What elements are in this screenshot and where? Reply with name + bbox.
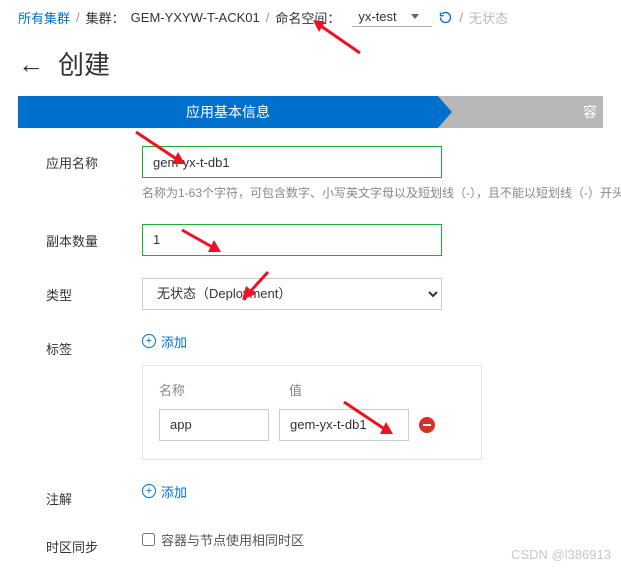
app-name-input[interactable] <box>142 146 442 178</box>
label-replicas: 副本数量 <box>46 224 142 250</box>
remove-tag-icon[interactable] <box>419 417 435 433</box>
add-text: 添加 <box>161 482 187 501</box>
timezone-checkbox[interactable] <box>142 533 155 546</box>
replicas-input[interactable] <box>142 224 442 256</box>
row-type: 类型 无状态（Deployment） <box>46 278 591 310</box>
type-select[interactable]: 无状态（Deployment） <box>142 278 442 310</box>
tag-value-input[interactable] <box>279 409 409 441</box>
step-label: 容 <box>583 102 597 122</box>
breadcrumb-sep: / <box>266 10 270 25</box>
breadcrumb-all-clusters[interactable]: 所有集群 <box>18 8 70 27</box>
stepper: 应用基本信息 容 <box>18 96 603 128</box>
tag-row <box>159 409 465 441</box>
timezone-checkbox-label: 容器与节点使用相同时区 <box>161 530 304 549</box>
breadcrumb-status: 无状态 <box>469 8 508 27</box>
label-timezone: 时区同步 <box>46 530 142 556</box>
step-container[interactable]: 容 <box>438 96 603 128</box>
label-tags: 标签 <box>46 332 142 358</box>
chevron-down-icon <box>411 14 419 19</box>
row-tags: 标签 + 添加 名称 值 <box>46 332 591 460</box>
namespace-select[interactable]: yx-test <box>352 9 432 27</box>
tag-box: 名称 值 <box>142 365 482 460</box>
row-replicas: 副本数量 <box>46 224 591 256</box>
watermark: CSDN @l386913 <box>511 547 611 562</box>
breadcrumb-sep: / <box>76 10 80 25</box>
refresh-icon[interactable] <box>438 10 453 25</box>
label-type: 类型 <box>46 278 142 304</box>
tag-name-input[interactable] <box>159 409 269 441</box>
app-name-hint: 名称为1-63个字符，可包含数字、小写英文字母以及短划线（-），且不能以短划线（… <box>142 186 621 202</box>
plus-circle-icon: + <box>142 484 156 498</box>
row-timezone: 时区同步 容器与节点使用相同时区 <box>46 530 591 556</box>
plus-circle-icon: + <box>142 334 156 348</box>
breadcrumb: 所有集群 / 集群： GEM-YXYW-T-ACK01 / 命名空间： yx-t… <box>0 0 621 35</box>
label-annotations: 注解 <box>46 482 142 508</box>
tag-head: 名称 值 <box>159 380 465 399</box>
title-row: ← 创建 <box>0 35 621 96</box>
tag-value-header: 值 <box>289 380 302 399</box>
row-app-name: 应用名称 名称为1-63个字符，可包含数字、小写英文字母以及短划线（-），且不能… <box>46 146 591 202</box>
page-title: 创建 <box>58 45 110 82</box>
add-tag-button[interactable]: + 添加 <box>142 332 187 351</box>
breadcrumb-sep: / <box>459 10 463 25</box>
add-text: 添加 <box>161 332 187 351</box>
back-arrow-icon[interactable]: ← <box>18 51 44 77</box>
add-annotation-button[interactable]: + 添加 <box>142 482 187 501</box>
tag-name-header: 名称 <box>159 380 289 399</box>
form: 应用名称 名称为1-63个字符，可包含数字、小写英文字母以及短划线（-），且不能… <box>0 146 621 556</box>
breadcrumb-cluster-label: 集群： <box>86 8 125 27</box>
label-app-name: 应用名称 <box>46 146 142 172</box>
step-label: 应用基本信息 <box>186 102 270 122</box>
row-annotations: 注解 + 添加 <box>46 482 591 508</box>
namespace-value: yx-test <box>358 9 396 24</box>
breadcrumb-cluster-name: GEM-YXYW-T-ACK01 <box>131 10 260 25</box>
step-basic-info[interactable]: 应用基本信息 <box>18 96 438 128</box>
breadcrumb-namespace-label: 命名空间： <box>275 8 340 27</box>
